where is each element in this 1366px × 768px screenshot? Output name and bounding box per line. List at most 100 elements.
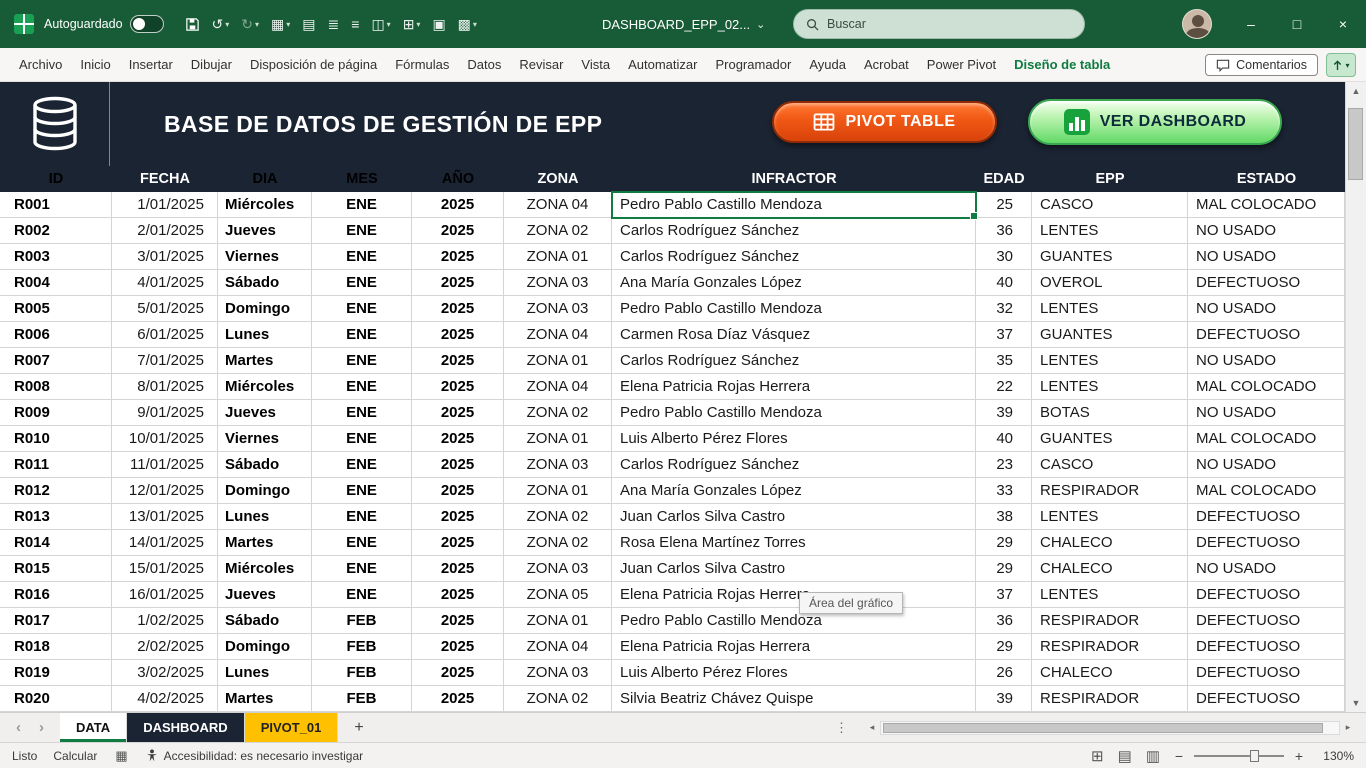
zoom-out-button[interactable]: − <box>1172 748 1186 764</box>
cell[interactable]: 2025 <box>412 452 504 478</box>
cell[interactable]: ENE <box>312 582 412 608</box>
cell[interactable]: GUANTES <box>1032 244 1188 270</box>
cell[interactable]: 39 <box>976 400 1032 426</box>
cell[interactable]: NO USADO <box>1188 400 1345 426</box>
zoom-slider[interactable] <box>1194 749 1284 762</box>
cell[interactable]: Sábado <box>218 270 312 296</box>
cell[interactable]: NO USADO <box>1188 244 1345 270</box>
cell[interactable]: DEFECTUOSO <box>1188 582 1345 608</box>
cell[interactable]: Ana María Gonzales López <box>612 270 976 296</box>
cell[interactable]: Miércoles <box>218 192 312 218</box>
cell[interactable]: R013 <box>0 504 112 530</box>
cell[interactable]: MAL COLOCADO <box>1188 478 1345 504</box>
cell[interactable]: Martes <box>218 348 312 374</box>
cell[interactable]: 7/01/2025 <box>112 348 218 374</box>
cell[interactable]: ZONA 01 <box>504 478 612 504</box>
cell[interactable]: NO USADO <box>1188 296 1345 322</box>
cell[interactable]: Domingo <box>218 634 312 660</box>
cell[interactable]: BOTAS <box>1032 400 1188 426</box>
align-top-icon[interactable]: ≣ <box>323 13 345 36</box>
column-header-id[interactable]: ID <box>0 166 112 192</box>
cell[interactable]: 2025 <box>412 322 504 348</box>
cell[interactable]: Martes <box>218 686 312 712</box>
minimize-button[interactable]: – <box>1228 0 1274 48</box>
borders-icon[interactable]: ▦ ▾ <box>266 13 295 36</box>
cell[interactable]: ENE <box>312 530 412 556</box>
column-header-fecha[interactable]: FECHA <box>112 166 218 192</box>
cell[interactable]: 2/02/2025 <box>112 634 218 660</box>
search-input[interactable] <box>827 17 1047 31</box>
cell[interactable]: ENE <box>312 374 412 400</box>
accessibility-status[interactable]: Accesibilidad: es necesario investigar <box>146 749 363 763</box>
vertical-scroll-thumb[interactable] <box>1348 108 1363 180</box>
cell[interactable]: 1/02/2025 <box>112 608 218 634</box>
cell[interactable]: ZONA 02 <box>504 504 612 530</box>
scroll-right-button[interactable]: ▸ <box>1340 720 1356 736</box>
view-dashboard-button[interactable]: VER DASHBOARD <box>1028 99 1282 145</box>
cell[interactable]: Silvia Beatriz Chávez Quispe <box>612 686 976 712</box>
cell[interactable]: LENTES <box>1032 348 1188 374</box>
cell[interactable]: ZONA 02 <box>504 218 612 244</box>
cell[interactable]: 2025 <box>412 270 504 296</box>
cell[interactable]: ZONA 04 <box>504 374 612 400</box>
cell[interactable]: 2/01/2025 <box>112 218 218 244</box>
ribbon-tab-disposici-n-de-p-gina[interactable]: Disposición de página <box>241 48 386 81</box>
sheet-tab-data[interactable]: DATA <box>60 713 128 742</box>
cell[interactable]: MAL COLOCADO <box>1188 426 1345 452</box>
column-header-edad[interactable]: EDAD <box>976 166 1032 192</box>
cell[interactable]: Rosa Elena Martínez Torres <box>612 530 976 556</box>
cell[interactable]: GUANTES <box>1032 426 1188 452</box>
cell[interactable]: 14/01/2025 <box>112 530 218 556</box>
cell[interactable]: R019 <box>0 660 112 686</box>
cell[interactable]: R014 <box>0 530 112 556</box>
cell[interactable]: ZONA 03 <box>504 660 612 686</box>
cell[interactable]: 35 <box>976 348 1032 374</box>
cell[interactable]: Viernes <box>218 426 312 452</box>
cell[interactable]: LENTES <box>1032 296 1188 322</box>
cell[interactable]: 2025 <box>412 400 504 426</box>
cell[interactable]: Pedro Pablo Castillo Mendoza <box>612 296 976 322</box>
cell[interactable]: 11/01/2025 <box>112 452 218 478</box>
cell[interactable]: 4/02/2025 <box>112 686 218 712</box>
cell[interactable]: 29 <box>976 530 1032 556</box>
cell[interactable]: ZONA 02 <box>504 400 612 426</box>
cell[interactable]: 8/01/2025 <box>112 374 218 400</box>
column-header-estado[interactable]: ESTADO <box>1188 166 1345 192</box>
cell[interactable]: ZONA 03 <box>504 270 612 296</box>
cell[interactable]: LENTES <box>1032 582 1188 608</box>
cell[interactable]: ZONA 03 <box>504 296 612 322</box>
cell[interactable]: 30 <box>976 244 1032 270</box>
cell[interactable]: Luis Alberto Pérez Flores <box>612 660 976 686</box>
cell[interactable]: DEFECTUOSO <box>1188 270 1345 296</box>
share-button[interactable]: ▾ <box>1326 53 1356 77</box>
cell[interactable]: ZONA 04 <box>504 634 612 660</box>
cell[interactable]: R020 <box>0 686 112 712</box>
cell[interactable]: Domingo <box>218 478 312 504</box>
cell[interactable]: ZONA 01 <box>504 608 612 634</box>
document-title-button[interactable]: DASHBOARD_EPP_02... ⌄ <box>592 0 775 48</box>
cell[interactable]: 4/01/2025 <box>112 270 218 296</box>
cell[interactable]: 15/01/2025 <box>112 556 218 582</box>
sheet-options-icon[interactable]: ⋮ <box>835 713 848 743</box>
cell[interactable]: 5/01/2025 <box>112 296 218 322</box>
cell[interactable]: R018 <box>0 634 112 660</box>
sheet-nav-next-button[interactable]: › <box>39 719 44 736</box>
cell[interactable]: LENTES <box>1032 218 1188 244</box>
normal-view-icon[interactable]: ⊞ <box>1089 747 1106 765</box>
scroll-down-button[interactable]: ▼ <box>1346 694 1366 712</box>
cell[interactable]: NO USADO <box>1188 348 1345 374</box>
cell[interactable]: ZONA 03 <box>504 556 612 582</box>
ribbon-tab-power-pivot[interactable]: Power Pivot <box>918 48 1005 81</box>
pivot-table-button[interactable]: PIVOT TABLE <box>772 101 997 143</box>
cell[interactable]: ENE <box>312 478 412 504</box>
cell[interactable]: CHALECO <box>1032 556 1188 582</box>
cell[interactable]: Carlos Rodríguez Sánchez <box>612 244 976 270</box>
cell[interactable]: ZONA 01 <box>504 244 612 270</box>
cell[interactable]: 36 <box>976 608 1032 634</box>
zoom-slider-handle[interactable] <box>1249 749 1259 762</box>
cell[interactable]: 2025 <box>412 348 504 374</box>
cell[interactable]: MAL COLOCADO <box>1188 374 1345 400</box>
cell[interactable]: ENE <box>312 270 412 296</box>
cell[interactable]: ZONA 04 <box>504 192 612 218</box>
cell[interactable]: 2025 <box>412 660 504 686</box>
